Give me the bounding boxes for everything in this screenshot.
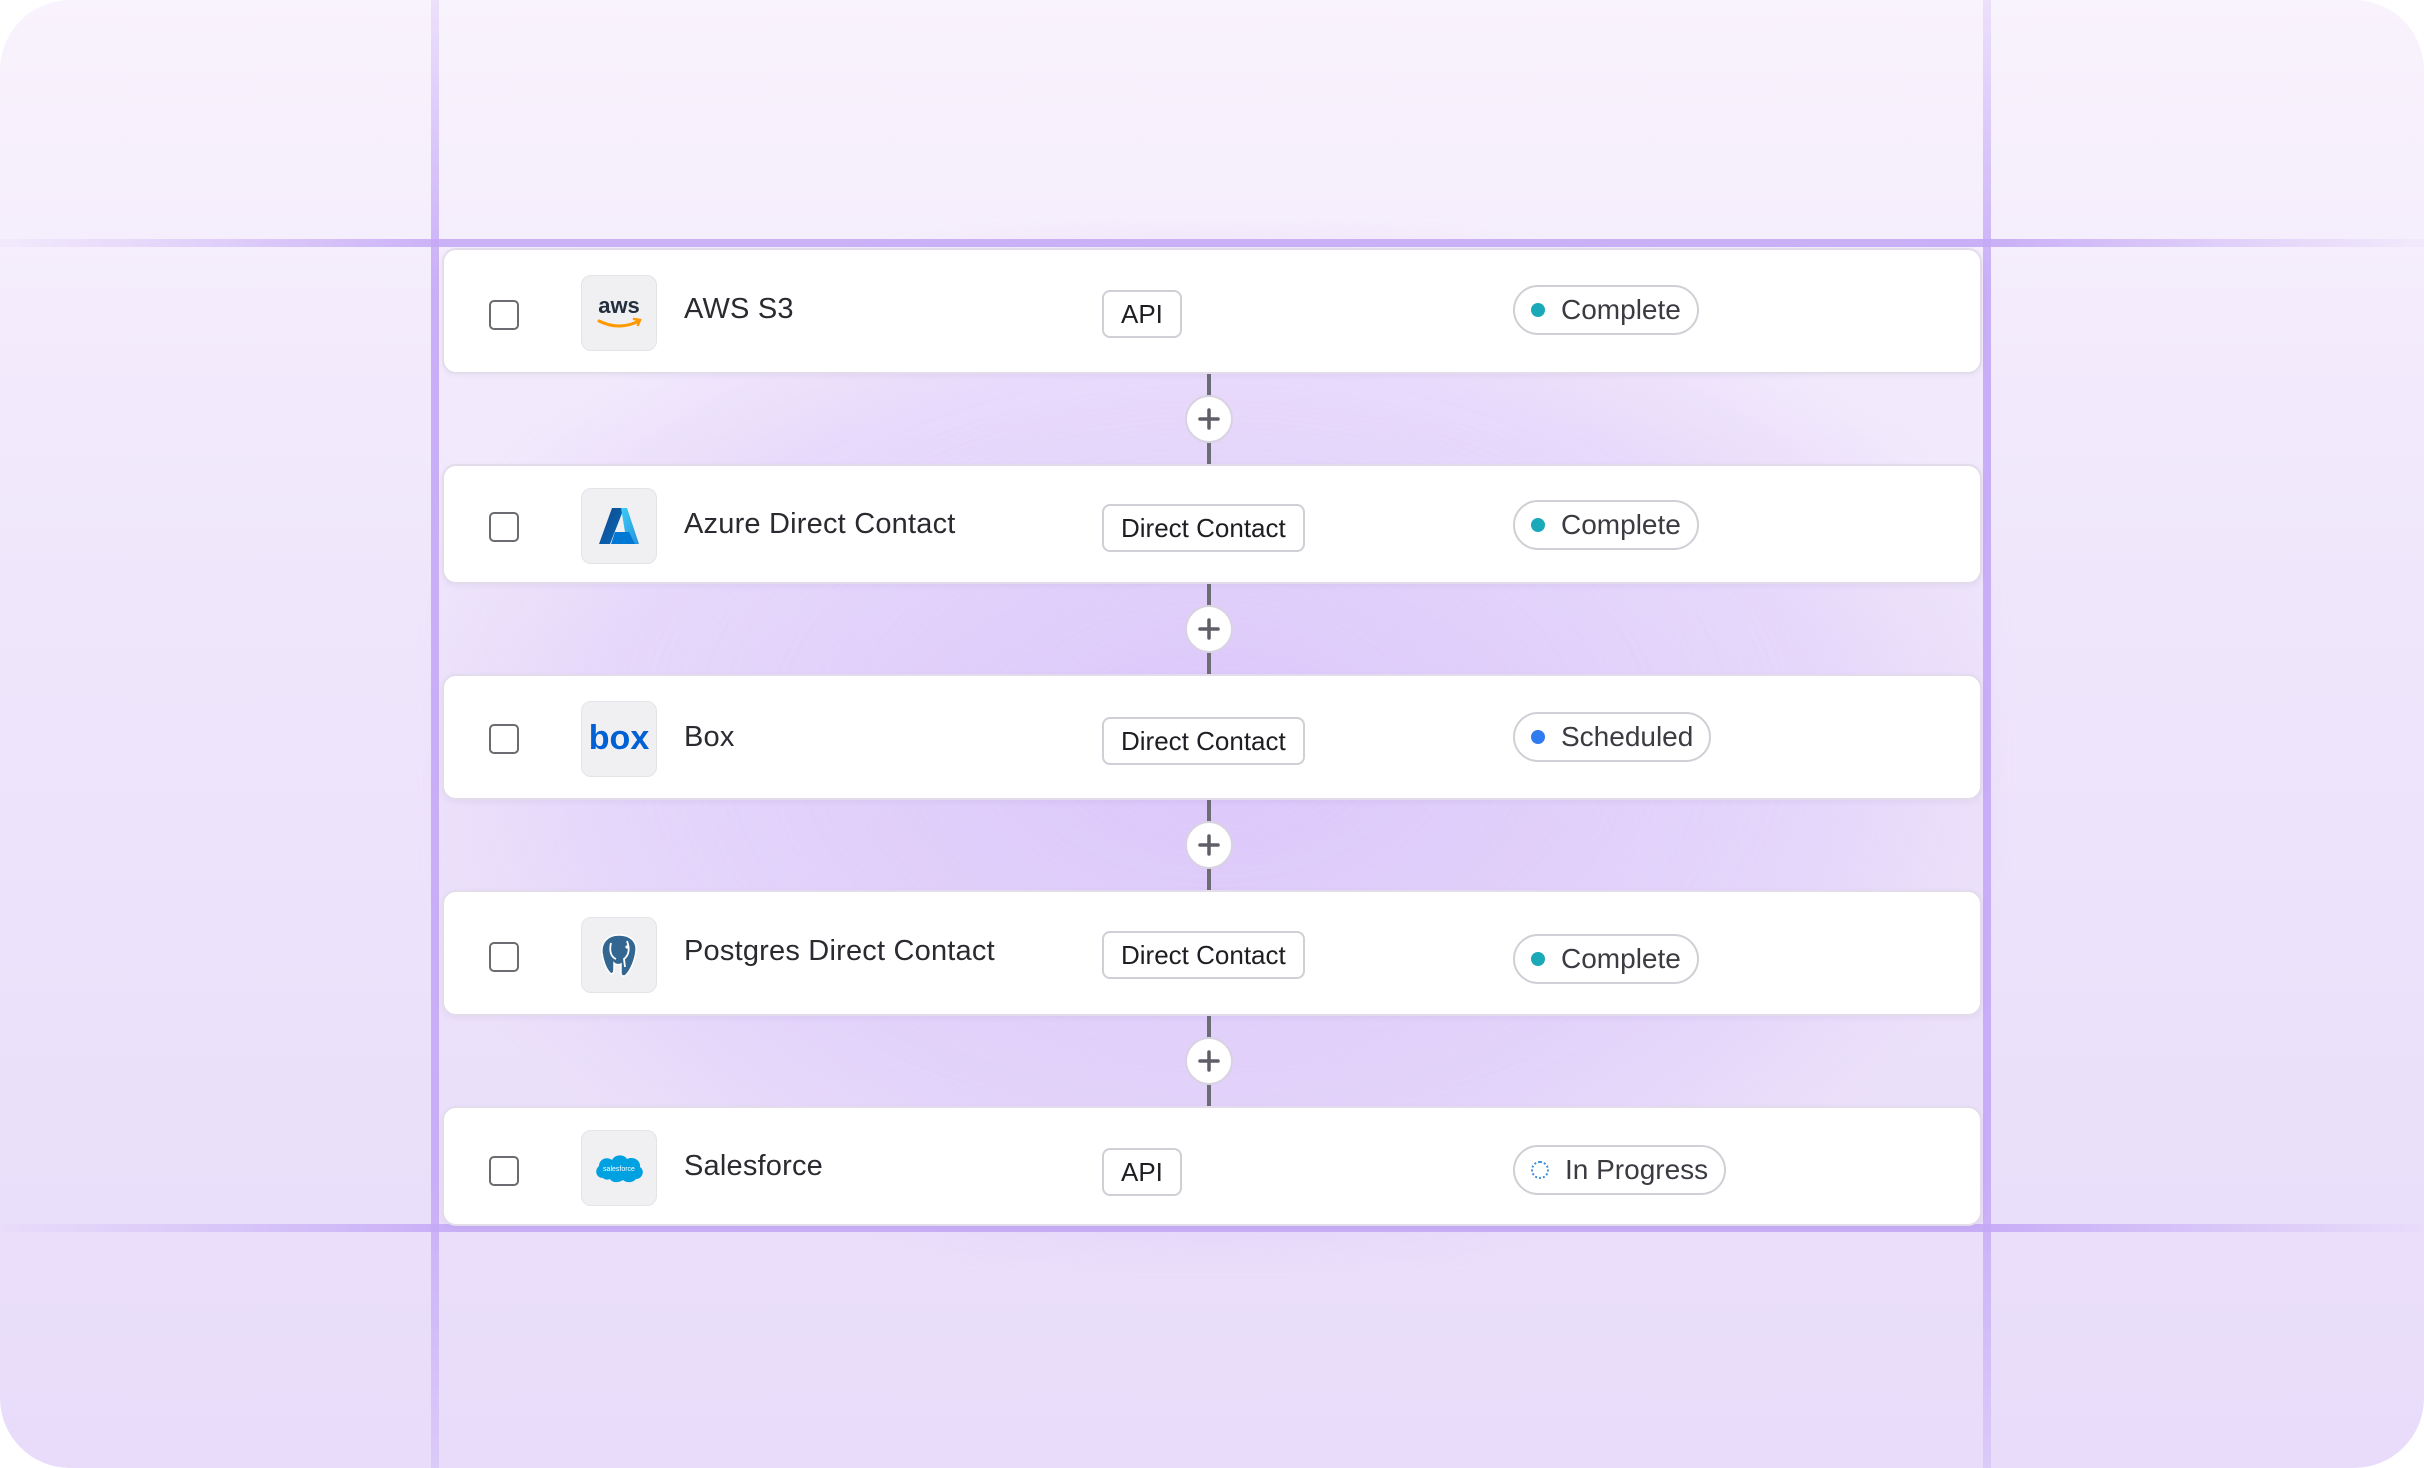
aws-logo: aws	[581, 275, 657, 351]
status-badge: Scheduled	[1513, 712, 1712, 762]
plus-icon	[1198, 408, 1220, 430]
connection-type-tag: Direct Contact	[1102, 931, 1305, 979]
spinner-icon	[1531, 1161, 1549, 1179]
row-checkbox[interactable]	[489, 724, 519, 754]
status-label: Complete	[1561, 509, 1681, 540]
connection-name: Salesforce	[684, 1150, 824, 1182]
connection-row[interactable]: Postgres Direct Contact Direct Contact C…	[442, 890, 1982, 1016]
row-checkbox[interactable]	[489, 300, 519, 330]
svg-text:aws: aws	[598, 293, 640, 318]
row-checkbox[interactable]	[489, 942, 519, 972]
connection-row[interactable]: aws AWS S3 API Complete	[442, 248, 1982, 374]
status-dot-icon	[1531, 518, 1545, 532]
connection-type-tag: API	[1102, 1148, 1182, 1196]
status-label: Complete	[1561, 943, 1681, 974]
connection-name: Box	[684, 721, 735, 753]
connection-row[interactable]: salesforce Salesforce API In Progress	[442, 1106, 1982, 1226]
svg-text:box: box	[589, 719, 649, 757]
status-label: Complete	[1561, 294, 1681, 325]
status-badge: Complete	[1513, 934, 1699, 984]
status-label: Scheduled	[1561, 721, 1694, 752]
connection-type-tag: Direct Contact	[1102, 504, 1305, 552]
guide-line-left	[431, 0, 439, 1468]
box-logo: box	[581, 701, 657, 777]
status-dot-icon	[1531, 952, 1545, 966]
box-logo-icon: box	[589, 719, 649, 757]
svg-text:salesforce: salesforce	[603, 1166, 635, 1173]
status-dot-icon	[1531, 730, 1545, 744]
background-canvas: aws AWS S3 API Complete Azure Direct Con…	[0, 0, 2424, 1468]
connection-type-tag: Direct Contact	[1102, 717, 1305, 765]
add-step-button[interactable]	[1185, 1037, 1233, 1085]
row-checkbox[interactable]	[489, 1156, 519, 1186]
connection-row[interactable]: box Box Direct Contact Scheduled	[442, 674, 1982, 800]
status-badge: Complete	[1513, 285, 1699, 335]
connection-name: AWS S3	[684, 293, 794, 325]
status-badge: Complete	[1513, 500, 1699, 550]
guide-line-top	[0, 239, 2424, 247]
plus-icon	[1198, 834, 1220, 856]
connection-name: Postgres Direct Contact	[684, 935, 995, 967]
aws-logo-icon: aws	[597, 293, 642, 328]
guide-line-right	[1983, 0, 1991, 1468]
status-label: In Progress	[1565, 1154, 1709, 1185]
connection-name: Azure Direct Contact	[684, 508, 956, 540]
connection-row[interactable]: Azure Direct Contact Direct Contact Comp…	[442, 464, 1982, 584]
salesforce-logo-icon: salesforce	[596, 1155, 643, 1183]
add-step-button[interactable]	[1185, 395, 1233, 443]
postgres-logo	[581, 917, 657, 993]
plus-icon	[1198, 618, 1220, 640]
azure-logo-icon	[599, 508, 639, 544]
connection-type-tag: API	[1102, 290, 1182, 338]
add-step-button[interactable]	[1185, 605, 1233, 653]
status-dot-icon	[1531, 303, 1545, 317]
azure-logo	[581, 488, 657, 564]
status-badge: In Progress	[1513, 1145, 1727, 1195]
postgres-logo-icon	[601, 934, 637, 977]
add-step-button[interactable]	[1185, 821, 1233, 869]
plus-icon	[1198, 1050, 1220, 1072]
salesforce-logo: salesforce	[581, 1130, 657, 1206]
row-checkbox[interactable]	[489, 512, 519, 542]
